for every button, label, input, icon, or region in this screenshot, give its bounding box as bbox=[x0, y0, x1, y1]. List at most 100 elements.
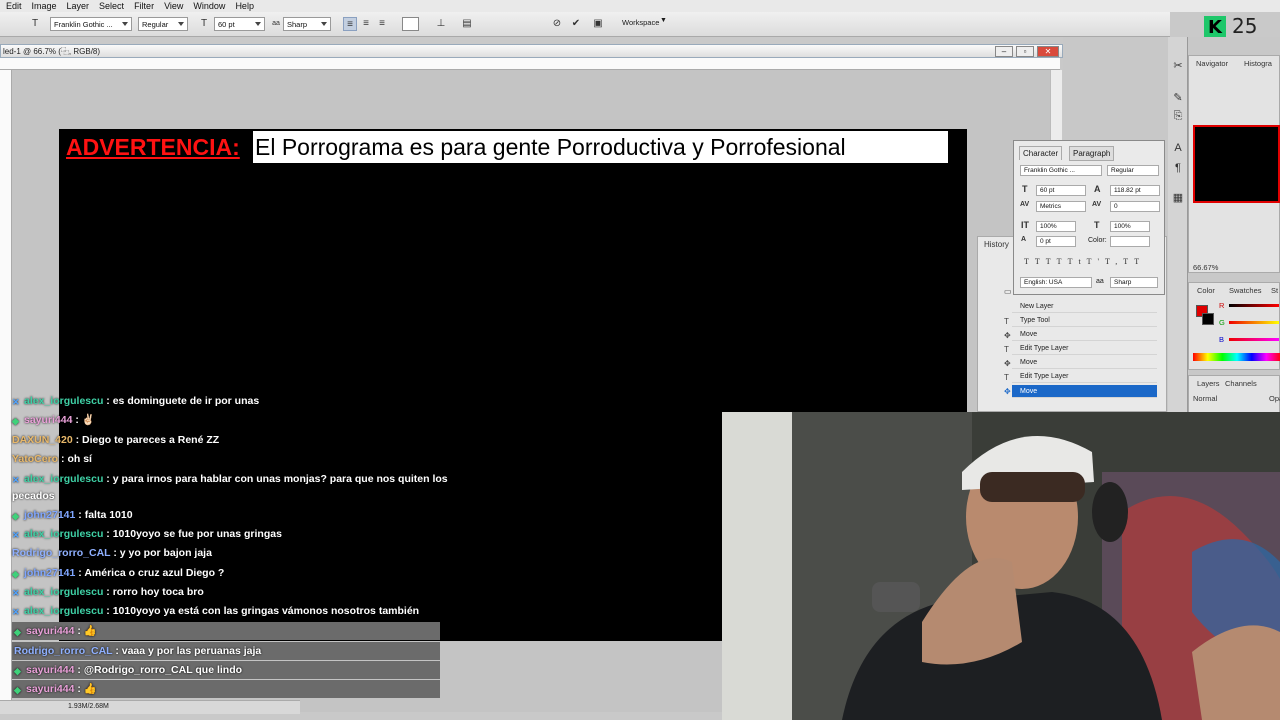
document-title: led-1 @ 66.7% (⿻, RGB/8) bbox=[3, 47, 101, 56]
superscript-button[interactable]: T' bbox=[1087, 257, 1105, 266]
all-caps-button[interactable]: TT bbox=[1046, 257, 1068, 266]
character-dock-icon[interactable]: A bbox=[1171, 141, 1185, 155]
faux-bold-button[interactable]: T bbox=[1024, 257, 1035, 266]
chat-username[interactable]: sayuri444 bbox=[24, 414, 72, 426]
tools-icon[interactable]: ✂ bbox=[1171, 59, 1185, 73]
char-kerning-field[interactable]: Metrics bbox=[1036, 201, 1086, 212]
chat-username[interactable]: sayuri444 bbox=[26, 683, 74, 695]
chat-username[interactable]: john27141 bbox=[24, 567, 75, 579]
char-leading-field[interactable]: 118.82 pt bbox=[1110, 185, 1160, 196]
blue-slider[interactable] bbox=[1229, 338, 1279, 341]
chat-username[interactable]: alex_iorgulescu bbox=[24, 528, 103, 540]
menu-help[interactable]: Help bbox=[235, 1, 254, 11]
tab-layers[interactable]: Layers bbox=[1197, 379, 1220, 388]
toggle-panels-icon[interactable]: ▤ bbox=[460, 17, 474, 31]
close-icon[interactable]: ✕ bbox=[1037, 46, 1059, 57]
history-item[interactable]: Edit Type Layer bbox=[1012, 342, 1157, 355]
navigator-thumbnail[interactable] bbox=[1193, 125, 1280, 203]
small-caps-button[interactable]: Tt bbox=[1068, 257, 1087, 266]
faux-italic-button[interactable]: T bbox=[1035, 257, 1046, 266]
cancel-icon[interactable]: ⊘ bbox=[550, 17, 564, 31]
tab-history[interactable]: History bbox=[984, 240, 1009, 249]
tab-styles[interactable]: St bbox=[1271, 286, 1278, 295]
warp-text-icon[interactable]: ⊥ bbox=[434, 17, 448, 31]
chat-username[interactable]: sayuri444 bbox=[26, 625, 74, 637]
menu-edit[interactable]: Edit bbox=[6, 1, 22, 11]
workspace-menu[interactable]: Workspace bbox=[622, 18, 659, 27]
status-text: 1.93M/2.68M bbox=[68, 703, 109, 710]
chat-username[interactable]: john27141 bbox=[24, 509, 75, 521]
chat-username[interactable]: Rodrigo_rorro_CAL bbox=[12, 547, 110, 559]
char-antialias-select[interactable]: Sharp bbox=[1110, 277, 1158, 288]
minimize-icon[interactable]: – bbox=[995, 46, 1013, 57]
chat-username[interactable]: alex_iorgulescu bbox=[24, 473, 103, 485]
chat-separator: : bbox=[72, 414, 82, 426]
char-size-field[interactable]: 60 pt bbox=[1036, 185, 1086, 196]
green-slider[interactable] bbox=[1229, 321, 1279, 324]
align-left-icon[interactable]: ≡ bbox=[343, 17, 357, 31]
commit-icon[interactable]: ✔ bbox=[569, 17, 583, 31]
char-font-family-select[interactable]: Franklin Gothic ... bbox=[1020, 165, 1102, 176]
chat-username[interactable]: sayuri444 bbox=[26, 664, 74, 676]
clone-icon[interactable]: ⎘ bbox=[1171, 109, 1185, 123]
diamond-badge-icon: ◆ bbox=[12, 416, 19, 426]
tab-navigator[interactable]: Navigator bbox=[1196, 59, 1228, 68]
strikethrough-button[interactable]: T bbox=[1134, 257, 1145, 266]
type-style-buttons[interactable]: TTTTTtT'T,TT bbox=[1024, 257, 1145, 266]
blend-mode-select[interactable]: Normal bbox=[1193, 394, 1217, 403]
chat-username[interactable]: alex_iorgulescu bbox=[24, 605, 103, 617]
type-tool-icon[interactable]: T bbox=[28, 17, 42, 31]
paragraph-dock-icon[interactable]: ¶ bbox=[1171, 161, 1185, 175]
tab-channels[interactable]: Channels bbox=[1225, 379, 1257, 388]
char-color-swatch[interactable] bbox=[1110, 236, 1150, 247]
text-color-swatch[interactable] bbox=[402, 17, 419, 31]
layers-dock-icon[interactable]: ▦ bbox=[1171, 191, 1185, 205]
subscript-button[interactable]: T, bbox=[1105, 257, 1123, 266]
char-font-style-select[interactable]: Regular bbox=[1107, 165, 1159, 176]
red-slider[interactable] bbox=[1229, 304, 1279, 307]
navigator-zoom[interactable]: 66.67% bbox=[1193, 263, 1218, 272]
char-tracking-field[interactable]: 0 bbox=[1110, 201, 1160, 212]
align-center-icon[interactable]: ≡ bbox=[359, 17, 373, 31]
chat-username[interactable]: YatoCero bbox=[12, 453, 58, 465]
menu-image[interactable]: Image bbox=[32, 1, 57, 11]
chat-separator: : bbox=[103, 528, 113, 540]
bridge-icon[interactable]: ▣ bbox=[591, 17, 605, 31]
tab-paragraph[interactable]: Paragraph bbox=[1069, 146, 1115, 161]
char-vscale-field[interactable]: 100% bbox=[1036, 221, 1076, 232]
char-hscale-field[interactable]: 100% bbox=[1110, 221, 1150, 232]
chat-username[interactable]: alex_iorgulescu bbox=[24, 395, 103, 407]
menu-select[interactable]: Select bbox=[99, 1, 124, 11]
tab-swatches[interactable]: Swatches bbox=[1229, 286, 1262, 295]
tab-color[interactable]: Color bbox=[1197, 286, 1215, 295]
font-family-select[interactable]: Franklin Gothic ... bbox=[50, 17, 132, 31]
antialias-select[interactable]: Sharp bbox=[283, 17, 331, 31]
tab-character[interactable]: Character bbox=[1019, 146, 1063, 160]
headline-text[interactable]: El Porrograma es para gente Porroductiva… bbox=[253, 131, 948, 163]
color-spectrum-bar[interactable] bbox=[1193, 353, 1280, 361]
menu-filter[interactable]: Filter bbox=[134, 1, 154, 11]
menu-view[interactable]: View bbox=[164, 1, 183, 11]
char-baseline-field[interactable]: 0 pt bbox=[1036, 236, 1076, 247]
tab-histogram[interactable]: Histogra bbox=[1244, 59, 1272, 68]
chat-username[interactable]: Rodrigo_rorro_CAL bbox=[14, 645, 112, 657]
history-item[interactable]: Type Tool bbox=[1012, 314, 1157, 327]
history-item[interactable]: Move bbox=[1012, 328, 1157, 341]
brush-icon[interactable]: ✎ bbox=[1171, 91, 1185, 105]
vertical-ruler bbox=[0, 70, 12, 710]
underline-button[interactable]: T bbox=[1123, 257, 1134, 266]
chat-username[interactable]: DAXUN_420 bbox=[12, 434, 73, 446]
maximize-icon[interactable]: ▫ bbox=[1016, 46, 1034, 57]
menu-window[interactable]: Window bbox=[193, 1, 225, 11]
history-item[interactable]: New Layer bbox=[1012, 300, 1157, 313]
history-item[interactable]: Edit Type Layer bbox=[1012, 370, 1157, 383]
chat-username[interactable]: alex_iorgulescu bbox=[24, 586, 103, 598]
char-language-select[interactable]: English: USA bbox=[1020, 277, 1092, 288]
history-item[interactable]: Move bbox=[1012, 356, 1157, 369]
history-item-selected[interactable]: Move bbox=[1012, 385, 1157, 398]
align-right-icon[interactable]: ≡ bbox=[375, 17, 389, 31]
font-style-select[interactable]: Regular bbox=[138, 17, 188, 31]
menu-layer[interactable]: Layer bbox=[67, 1, 90, 11]
font-size-select[interactable]: 60 pt bbox=[214, 17, 265, 31]
background-color-swatch[interactable] bbox=[1202, 313, 1214, 325]
